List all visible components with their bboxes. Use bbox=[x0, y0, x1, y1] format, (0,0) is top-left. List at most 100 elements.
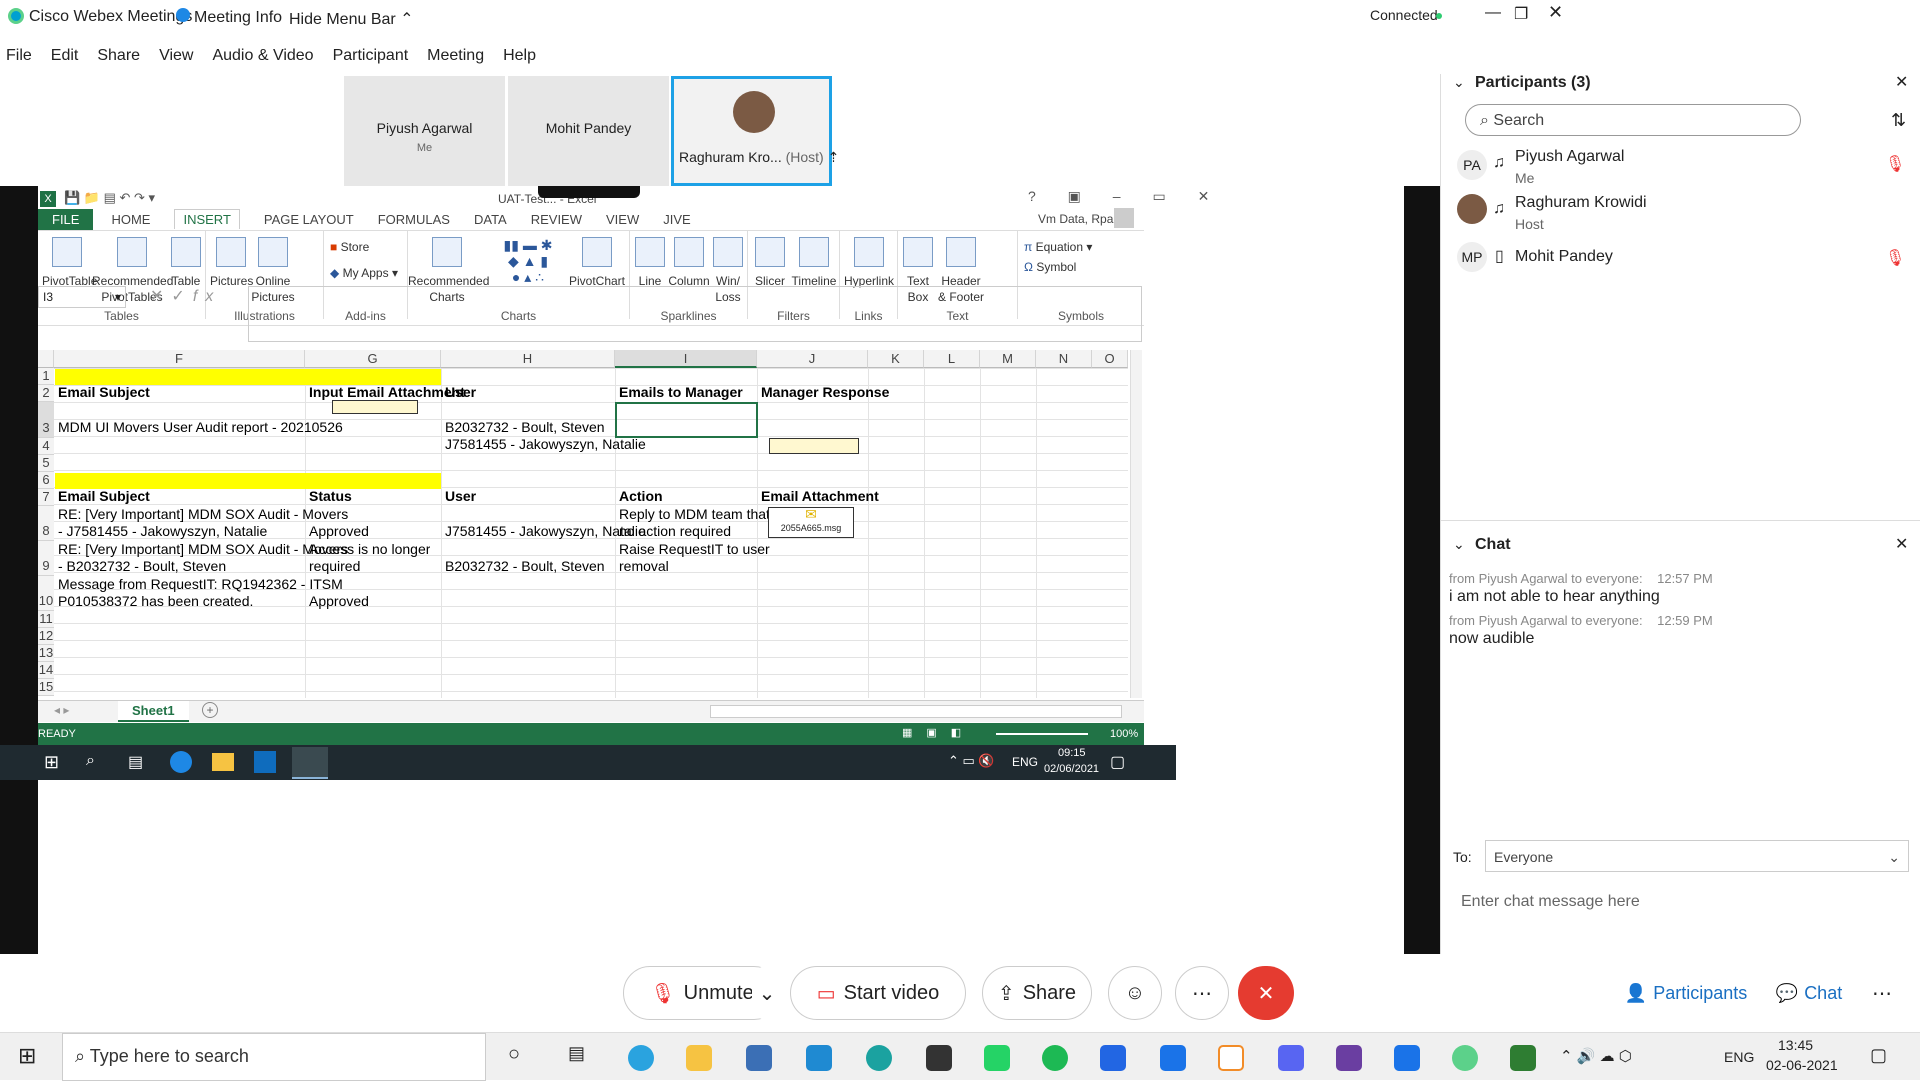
chat-recipient-select[interactable]: Everyone ⌄ bbox=[1485, 840, 1909, 872]
row-header-12[interactable]: 12 bbox=[38, 628, 54, 645]
video-tile-raghuram[interactable]: Raghuram Kro... (Host) ⇡ bbox=[671, 76, 839, 186]
vm-edge-icon[interactable] bbox=[170, 751, 192, 773]
app-triangle-icon[interactable] bbox=[1218, 1045, 1244, 1071]
participant-search-input[interactable]: ⌕ Search bbox=[1465, 104, 1801, 136]
audio-options-button[interactable]: ⌄ bbox=[752, 966, 782, 1020]
sheet-nav-icon[interactable]: ◂ ▸ bbox=[54, 703, 69, 717]
sheet-tab-sheet1[interactable]: Sheet1 bbox=[118, 701, 189, 722]
pivotchart-button[interactable]: PivotChart bbox=[568, 237, 626, 289]
cell-j2[interactable]: Manager Response bbox=[758, 382, 889, 403]
chart-types-icon[interactable]: ▮▮ ▬ ✱ ◆ ▲ ▮ ● ▴ ∴ bbox=[488, 237, 568, 289]
row-header-8[interactable]: 8 bbox=[38, 506, 54, 541]
participant-row-piyush[interactable]: PA ♫ Piyush Agarwal Me 🎙 bbox=[1457, 148, 1917, 196]
row-header-14[interactable]: 14 bbox=[38, 662, 54, 679]
cell-f10-line2[interactable]: P010538372 has been created. bbox=[55, 591, 253, 612]
vertical-scrollbar[interactable] bbox=[1130, 350, 1142, 698]
chevron-down-icon[interactable]: ⌄ bbox=[1453, 536, 1465, 553]
slicer-button[interactable]: Slicer bbox=[750, 237, 790, 289]
col-header-j[interactable]: J bbox=[757, 350, 868, 368]
col-header-n[interactable]: N bbox=[1036, 350, 1092, 368]
col-header-l[interactable]: L bbox=[924, 350, 980, 368]
meeting-info-button[interactable]: Meeting Info bbox=[194, 9, 282, 27]
view-buttons[interactable]: ▦▣◧ bbox=[902, 726, 975, 739]
menu-file[interactable]: File bbox=[6, 47, 32, 65]
excel-user[interactable]: Vm Data, Rpa bbox=[1038, 212, 1113, 226]
pictures-button[interactable]: Pictures bbox=[210, 237, 253, 289]
discord-icon[interactable] bbox=[1278, 1045, 1304, 1071]
vscode-icon[interactable] bbox=[806, 1045, 832, 1071]
msg-attachment-icon[interactable] bbox=[332, 400, 418, 414]
participant-row-mohit[interactable]: MP ▯ Mohit Pandey 🎙 bbox=[1457, 242, 1917, 282]
minimize-icon[interactable]: — bbox=[1485, 4, 1501, 22]
tab-review[interactable]: REVIEW bbox=[531, 212, 582, 227]
column-button[interactable]: Column bbox=[668, 237, 710, 289]
task-view-icon[interactable]: ▤ bbox=[568, 1043, 585, 1064]
close-chat-icon[interactable]: ✕ bbox=[1895, 534, 1908, 554]
cortana-icon[interactable]: ○ bbox=[508, 1043, 520, 1066]
menu-meeting[interactable]: Meeting bbox=[427, 47, 484, 65]
telegram-icon[interactable] bbox=[628, 1045, 654, 1071]
video-tile-piyush[interactable]: Piyush Agarwal Me bbox=[344, 76, 505, 186]
cell-h2[interactable]: User bbox=[442, 382, 476, 403]
tab-data[interactable]: DATA bbox=[474, 212, 507, 227]
formula-input[interactable] bbox=[248, 286, 1142, 342]
my-apps-button[interactable]: ◆ My Apps ▾ bbox=[330, 265, 398, 281]
row-header-13[interactable]: 13 bbox=[38, 645, 54, 662]
add-sheet-icon[interactable]: + bbox=[202, 702, 218, 718]
tab-insert[interactable]: INSERT bbox=[174, 209, 240, 229]
webex-taskbar-icon[interactable] bbox=[1452, 1045, 1478, 1071]
tab-home[interactable]: HOME bbox=[111, 212, 150, 227]
app-s-icon[interactable] bbox=[1160, 1045, 1186, 1071]
close-participants-icon[interactable]: ✕ bbox=[1895, 72, 1908, 92]
file-explorer-icon[interactable] bbox=[686, 1045, 712, 1071]
app-green-icon[interactable] bbox=[1510, 1045, 1536, 1071]
row-header-5[interactable]: 5 bbox=[38, 455, 54, 472]
horizontal-scrollbar[interactable] bbox=[710, 705, 1122, 718]
table-button[interactable]: Table bbox=[166, 237, 206, 289]
tab-view[interactable]: VIEW bbox=[606, 212, 639, 227]
tab-formulas[interactable]: FORMULAS bbox=[378, 212, 450, 227]
reactions-button[interactable]: ☺ bbox=[1108, 966, 1162, 1020]
cell-h4[interactable]: J7581455 - Jakowyszyn, Natalie bbox=[442, 434, 646, 455]
vm-excel-icon[interactable] bbox=[292, 747, 328, 779]
video-tile-mohit[interactable]: Mohit Pandey bbox=[508, 76, 669, 186]
equation-button[interactable]: π Equation ▾ bbox=[1024, 239, 1092, 255]
col-header-o[interactable]: O bbox=[1092, 350, 1128, 368]
selected-cell-i3[interactable] bbox=[615, 402, 758, 438]
spreadsheet-grid[interactable]: F G H I J K L M N O 1 2 3 4 5 6 7 8 9 10… bbox=[38, 350, 1142, 700]
store-button[interactable]: ■ Store bbox=[330, 239, 369, 255]
power-automate-icon[interactable] bbox=[1100, 1045, 1126, 1071]
manager-response-attachment-icon[interactable] bbox=[769, 438, 859, 454]
email-attachment-icon[interactable]: ✉ 2055A665.msg bbox=[768, 507, 854, 538]
tab-page-layout[interactable]: PAGE LAYOUT bbox=[264, 212, 354, 227]
row-header-6[interactable]: 6 bbox=[38, 472, 54, 489]
menu-audio-video[interactable]: Audio & Video bbox=[212, 47, 313, 65]
cell-g10[interactable]: Approved bbox=[306, 591, 369, 612]
leave-meeting-button[interactable]: ✕ bbox=[1238, 966, 1294, 1020]
col-header-i[interactable]: I bbox=[615, 350, 757, 368]
row-header-1[interactable]: 1 bbox=[38, 368, 54, 385]
share-toolbar-handle[interactable] bbox=[538, 186, 640, 198]
name-box[interactable]: I3 ▾ bbox=[38, 286, 126, 308]
col-header-h[interactable]: H bbox=[441, 350, 615, 368]
taskbar-search-input[interactable]: ⌕ Type here to search bbox=[62, 1033, 486, 1081]
tab-jive[interactable]: JIVE bbox=[663, 212, 690, 227]
cell-f2[interactable]: Email Subject bbox=[55, 382, 150, 403]
sort-icon[interactable]: ⇅ bbox=[1891, 110, 1906, 131]
start-icon[interactable]: ⊞ bbox=[18, 1043, 36, 1069]
vm-search-icon[interactable]: ⌕ bbox=[86, 752, 95, 770]
row-header-7[interactable]: 7 bbox=[38, 489, 54, 506]
menu-view[interactable]: View bbox=[159, 47, 193, 65]
muted-mic-icon[interactable]: 🎙 bbox=[1885, 154, 1905, 174]
row-header-9[interactable]: 9 bbox=[38, 541, 54, 576]
cell-f3[interactable]: MDM UI Movers User Audit report - 202105… bbox=[55, 417, 343, 438]
timeline-button[interactable]: Timeline bbox=[790, 237, 838, 289]
start-video-button[interactable]: ▭ Start video bbox=[790, 966, 966, 1020]
quick-access-toolbar[interactable]: 💾 📁 ▤ ↶ ↷ ▾ bbox=[64, 190, 155, 206]
row-header-3[interactable]: 3 bbox=[38, 402, 54, 438]
cell-i9-line2[interactable]: removal bbox=[616, 556, 669, 577]
row-header-15[interactable]: 15 bbox=[38, 679, 54, 696]
pivottable-button[interactable]: PivotTable bbox=[42, 237, 97, 289]
menu-share[interactable]: Share bbox=[97, 47, 140, 65]
cell-i2[interactable]: Emails to Manager bbox=[616, 382, 743, 403]
